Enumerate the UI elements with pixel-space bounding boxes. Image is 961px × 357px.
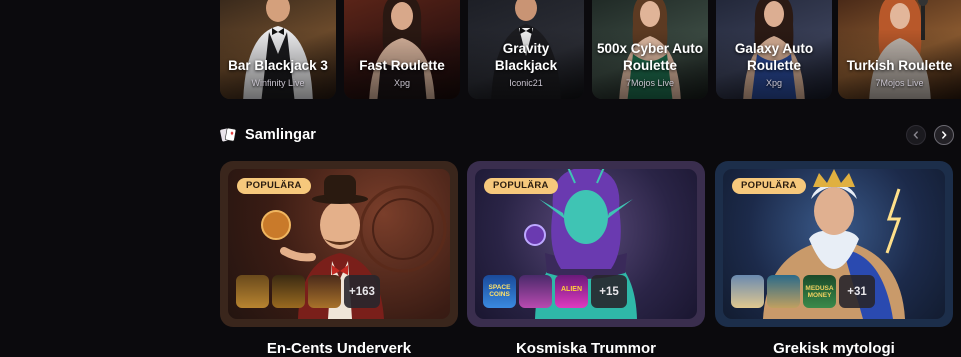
live-games-row: Bar Blackjack 3 Winfinity Live Fast Roul… — [220, 0, 961, 99]
section-header: Samlingar — [220, 124, 316, 146]
chevron-left-icon — [913, 131, 918, 139]
more-games-count[interactable]: +31 — [839, 275, 875, 308]
game-title: Galaxy Auto Roulette — [734, 41, 814, 73]
more-games-count[interactable]: +163 — [344, 275, 380, 308]
game-provider: Xpg — [393, 78, 410, 88]
live-game-card[interactable]: Galaxy Auto Roulette Xpg — [716, 0, 832, 99]
live-game-card[interactable]: Bar Blackjack 3 Winfinity Live — [220, 0, 336, 99]
collection-name[interactable]: Kosmiska Trummor — [467, 340, 705, 357]
live-game-card[interactable]: Fast Roulette Xpg — [344, 0, 460, 99]
collection-card[interactable]: POPULÄRA SPACE COINS ALIEN +15 — [467, 161, 705, 327]
collection-name[interactable]: Grekisk mytologi — [715, 340, 953, 357]
game-thumbnail[interactable]: MEDUSA MONEY — [803, 275, 836, 308]
game-title: 500x Cyber Auto Roulette — [596, 41, 704, 73]
carousel-next-button[interactable] — [934, 125, 954, 145]
game-title: Bar Blackjack 3 — [228, 58, 328, 73]
game-thumbnail[interactable] — [767, 275, 800, 308]
game-thumbnail[interactable] — [731, 275, 764, 308]
popular-badge: POPULÄRA — [484, 178, 558, 194]
collection-thumbnails: SPACE COINS ALIEN +15 — [483, 275, 627, 308]
popular-badge: POPULÄRA — [732, 178, 806, 194]
live-game-card[interactable]: Gravity Blackjack Iconic21 — [468, 0, 584, 99]
collection-name[interactable]: En-Cents Underverk — [220, 340, 458, 357]
thumb-label: SPACE COINS — [488, 284, 511, 298]
game-title: Gravity Blackjack — [494, 41, 558, 73]
thumb-label: ALIEN — [561, 286, 582, 293]
collection-thumbnails: +163 — [236, 275, 380, 308]
collection-card[interactable]: POPULÄRA +163 — [220, 161, 458, 327]
game-provider: Iconic21 — [509, 78, 543, 88]
game-title: Fast Roulette — [359, 58, 445, 73]
game-provider: 7Mojos Live — [625, 78, 675, 88]
game-thumbnail[interactable] — [519, 275, 552, 308]
popular-badge: POPULÄRA — [237, 178, 311, 194]
live-game-card[interactable]: Turkish Roulette 7Mojos Live — [838, 0, 961, 99]
live-game-card[interactable]: 500x Cyber Auto Roulette 7Mojos Live — [592, 0, 708, 99]
game-thumbnail[interactable]: ALIEN — [555, 275, 588, 308]
cards-icon — [220, 127, 237, 143]
game-thumbnail[interactable]: SPACE COINS — [483, 275, 516, 308]
game-title: Turkish Roulette — [846, 58, 953, 73]
thumb-label: MEDUSA MONEY — [805, 285, 834, 299]
collection-thumbnails: MEDUSA MONEY +31 — [731, 275, 875, 308]
section-title: Samlingar — [245, 127, 317, 143]
carousel-prev-button[interactable] — [906, 125, 926, 145]
game-provider: Xpg — [765, 78, 782, 88]
game-thumbnail[interactable] — [272, 275, 305, 308]
game-thumbnail[interactable] — [308, 275, 341, 308]
more-games-count[interactable]: +15 — [591, 275, 627, 308]
collection-card[interactable]: POPULÄRA MEDUSA MONEY +31 — [715, 161, 953, 327]
game-provider: Winfinity Live — [251, 78, 305, 88]
chevron-right-icon — [942, 131, 947, 139]
game-provider: 7Mojos Live — [875, 78, 924, 88]
game-thumbnail[interactable] — [236, 275, 269, 308]
